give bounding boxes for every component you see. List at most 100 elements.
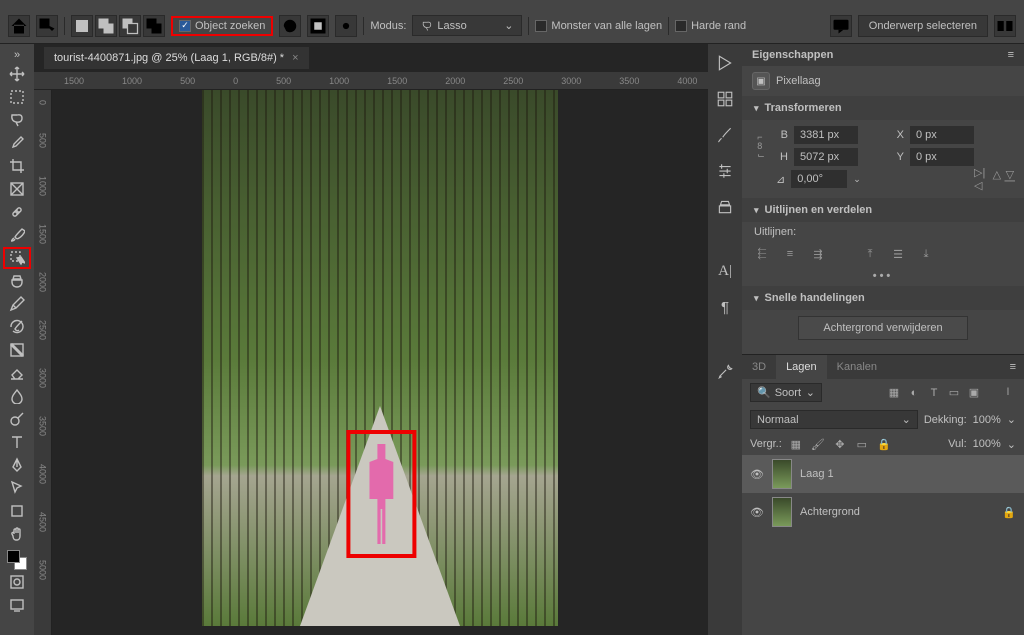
person-object (361, 444, 401, 544)
layer-kind-row: ▣ Pixellaag (742, 66, 1024, 96)
flip-v-icon[interactable]: ▷|◁ (996, 171, 1012, 187)
height-input[interactable] (794, 148, 858, 166)
object-selection-tool[interactable] (3, 247, 31, 269)
eyedropper-tool[interactable] (3, 132, 31, 154)
shape-tool[interactable] (3, 500, 31, 522)
character-icon[interactable]: A| (715, 262, 735, 280)
navigator-icon[interactable] (715, 54, 735, 72)
clone-stamp-tool[interactable] (3, 270, 31, 292)
collapse-icon[interactable]: » (3, 48, 31, 62)
gear-icon[interactable] (335, 15, 357, 37)
lock-paint-icon[interactable]: 🖌 (810, 437, 826, 451)
tab-layers[interactable]: Lagen (776, 355, 827, 379)
screenmode-icon[interactable] (3, 594, 31, 616)
blend-row: Normaal⌄ Dekking: 100%⌄ (742, 406, 1024, 433)
visibility-icon[interactable]: 👁 (750, 468, 764, 481)
fill-value[interactable]: 100% (973, 438, 1001, 450)
add-selection-icon[interactable] (95, 15, 117, 37)
hand-tool[interactable] (3, 523, 31, 545)
blend-mode-select[interactable]: Normaal⌄ (750, 410, 918, 429)
divider (668, 17, 669, 35)
filter-smart-icon[interactable]: ▣ (966, 386, 982, 400)
lock-transparency-icon[interactable]: ▦ (788, 437, 804, 451)
feedback-icon[interactable] (830, 15, 852, 37)
align-hcenter-icon[interactable]: ≡ (782, 246, 798, 262)
lock-position-icon[interactable]: ✥ (832, 437, 848, 451)
layer-row[interactable]: 👁 Achtergrond 🔒 (742, 493, 1024, 531)
canvas[interactable] (52, 90, 708, 635)
tab-3d[interactable]: 3D (742, 355, 776, 379)
modus-select[interactable]: Lasso ⌄ (412, 15, 522, 36)
paragraph-icon[interactable]: ¶ (715, 298, 735, 316)
crop-tool[interactable] (3, 155, 31, 177)
visibility-icon[interactable]: 👁 (750, 506, 764, 519)
healing-tool[interactable] (3, 201, 31, 223)
align-vcenter-icon[interactable]: ☰ (890, 246, 906, 262)
pen-tool[interactable] (3, 454, 31, 476)
filter-shape-icon[interactable]: ▭ (946, 386, 962, 400)
brush-tool[interactable] (3, 224, 31, 246)
path-select-tool[interactable] (3, 477, 31, 499)
panel-menu-icon[interactable]: ≡ (1008, 49, 1014, 61)
document-tab[interactable]: tourist-4400871.jpg @ 25% (Laag 1, RGB/8… (44, 47, 309, 69)
lock-artboard-icon[interactable]: ▭ (854, 437, 870, 451)
flip-h-icon[interactable]: ▷|◁ (974, 171, 990, 187)
more-icon[interactable]: ••• (742, 266, 1024, 286)
align-top-icon[interactable]: ⤒ (862, 246, 878, 262)
clone-panel-icon[interactable] (715, 198, 735, 216)
tool-preset-icon[interactable] (36, 15, 58, 37)
history-brush-tool[interactable] (3, 316, 31, 338)
overlay-icon[interactable] (307, 15, 329, 37)
mask-options-icon[interactable] (994, 15, 1016, 37)
object-finder-checkbox[interactable]: Object zoeken (171, 16, 273, 36)
fg-bg-colors[interactable] (7, 550, 27, 570)
eraser-tool[interactable] (3, 362, 31, 384)
hard-edge-checkbox[interactable]: Harde rand (675, 20, 746, 32)
intersect-selection-icon[interactable] (143, 15, 165, 37)
filter-type-icon[interactable]: T (926, 386, 942, 400)
object-finder-label: Object zoeken (195, 20, 265, 32)
link-wh-icon[interactable]: ⌐8⌙ (754, 133, 768, 160)
opacity-value[interactable]: 100% (973, 414, 1001, 426)
align-bottom-icon[interactable]: ⤓ (918, 246, 934, 262)
marquee-tool[interactable] (3, 86, 31, 108)
y-input[interactable] (910, 148, 974, 166)
type-tool[interactable] (3, 431, 31, 453)
lock-all-icon[interactable]: 🔒 (876, 437, 892, 451)
dodge-tool[interactable] (3, 408, 31, 430)
align-left-icon[interactable]: ⬱ (754, 246, 770, 262)
angle-input[interactable] (791, 170, 847, 188)
lasso-tool[interactable] (3, 109, 31, 131)
frame-tool[interactable] (3, 178, 31, 200)
width-input[interactable] (794, 126, 858, 144)
blur-tool[interactable] (3, 385, 31, 407)
new-selection-icon[interactable] (71, 15, 93, 37)
gradient-tool[interactable] (3, 339, 31, 361)
tab-channels[interactable]: Kanalen (827, 355, 887, 379)
x-input[interactable] (910, 126, 974, 144)
layer-filter-select[interactable]: 🔍 Soort ⌄ (750, 383, 822, 402)
filter-adjust-icon[interactable]: ◐ (906, 386, 922, 400)
transform-header[interactable]: Transformeren (742, 96, 1024, 120)
subtract-selection-icon[interactable] (119, 15, 141, 37)
brush-panel-icon[interactable] (715, 126, 735, 144)
pencil-tool[interactable] (3, 293, 31, 315)
adjustments-icon[interactable] (715, 162, 735, 180)
panel-menu-icon[interactable]: ≡ (1002, 355, 1024, 379)
remove-bg-button[interactable]: Achtergrond verwijderen (798, 316, 967, 340)
swatches-icon[interactable] (715, 90, 735, 108)
filter-pixel-icon[interactable]: ▦ (886, 386, 902, 400)
refresh-icon[interactable] (279, 15, 301, 37)
layer-row[interactable]: 👁 Laag 1 (742, 455, 1024, 493)
home-icon[interactable] (8, 15, 30, 37)
align-right-icon[interactable]: ⇶ (810, 246, 826, 262)
align-header[interactable]: Uitlijnen en verdelen (742, 198, 1024, 222)
quick-actions-header[interactable]: Snelle handelingen (742, 286, 1024, 310)
select-subject-button[interactable]: Onderwerp selecteren (858, 15, 988, 37)
sample-all-checkbox[interactable]: Monster van alle lagen (535, 20, 662, 32)
quickmask-icon[interactable] (3, 571, 31, 593)
close-tab-icon[interactable]: × (292, 52, 298, 64)
tools-panel-icon[interactable] (715, 362, 735, 380)
move-tool[interactable] (3, 63, 31, 85)
filter-toggle-icon[interactable]: ⏽ (1000, 386, 1016, 400)
